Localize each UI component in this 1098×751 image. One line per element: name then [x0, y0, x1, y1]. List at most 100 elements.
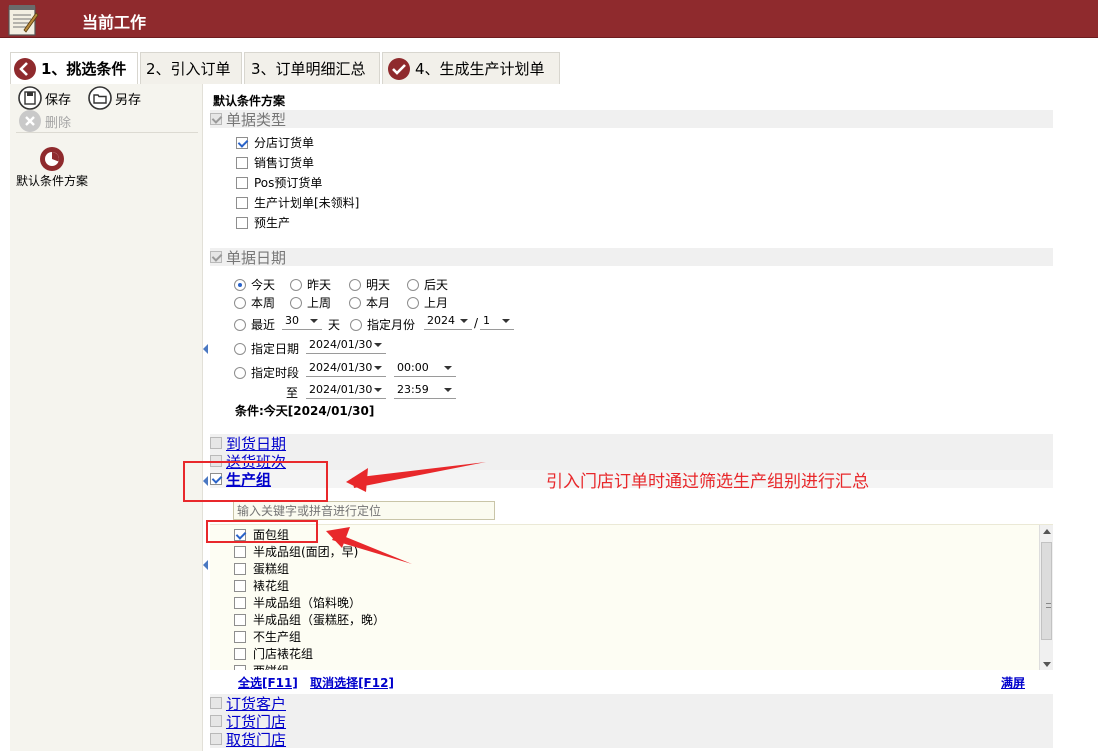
save-as-button[interactable]: 另存 — [88, 86, 141, 110]
section-checkbox[interactable] — [210, 697, 222, 709]
date-condition-summary: 条件:今天[2024/01/30] — [235, 404, 375, 418]
radio[interactable] — [349, 296, 361, 309]
period-end-date-picker[interactable]: 2024/01/30 — [306, 381, 386, 399]
radio[interactable] — [407, 278, 419, 291]
radio-today[interactable]: 今天 — [234, 276, 275, 293]
tab-label: 1、挑选条件 — [41, 60, 127, 78]
checkbox[interactable] — [236, 196, 248, 209]
list-scrollbar[interactable] — [1039, 525, 1053, 670]
list-item[interactable]: 半成品组(面团，早) — [234, 543, 358, 560]
radio-last-month[interactable]: 上月 — [407, 294, 448, 311]
step-active-icon — [14, 57, 36, 80]
radio-this-month[interactable]: 本月 — [349, 294, 390, 311]
tab-select-conditions[interactable]: 1、挑选条件 — [10, 52, 138, 84]
group-search-input[interactable] — [233, 501, 495, 520]
radio[interactable] — [290, 278, 302, 291]
radio-this-week[interactable]: 本周 — [234, 294, 275, 311]
radio[interactable] — [234, 318, 246, 331]
radio-specified-month[interactable]: 指定月份 — [350, 316, 415, 333]
checkbox[interactable] — [236, 176, 248, 189]
section-pickup-store[interactable]: 取货门店 — [210, 730, 1053, 749]
checkbox[interactable] — [236, 216, 248, 229]
radio-specified-date[interactable]: 指定日期 — [234, 340, 299, 357]
list-item[interactable]: 半成品组（馅料晚） — [234, 594, 361, 611]
checkbox[interactable] — [234, 647, 246, 660]
scheme-item-default[interactable]: 默认条件方案 — [16, 146, 88, 187]
list-item[interactable]: 门店裱花组 — [234, 645, 313, 662]
scroll-thumb[interactable] — [1041, 542, 1052, 640]
list-item[interactable]: 不生产组 — [234, 628, 301, 645]
radio[interactable] — [290, 296, 302, 309]
toolbar-divider — [16, 132, 198, 133]
grip-icon — [1046, 603, 1051, 608]
radio-yesterday[interactable]: 昨天 — [290, 276, 331, 293]
check-circle-icon — [388, 57, 410, 80]
radio[interactable] — [349, 278, 361, 291]
radio[interactable] — [234, 296, 246, 309]
days-label: 天 — [328, 318, 341, 332]
section-checkbox[interactable] — [210, 715, 222, 727]
radio-last-week[interactable]: 上周 — [290, 294, 331, 311]
option-pos-order[interactable]: Pos预订货单 — [236, 174, 322, 191]
annotation-highlight-box — [183, 461, 328, 502]
scheme-icon — [40, 147, 64, 171]
section-doc-type[interactable]: 单据类型 — [210, 110, 1053, 129]
tab-generate-plan[interactable]: 4、生成生产计划单 — [382, 52, 560, 84]
checkbox[interactable] — [234, 596, 246, 609]
checkbox[interactable] — [234, 613, 246, 626]
section-checkbox[interactable] — [210, 437, 222, 449]
radio-tomorrow[interactable]: 明天 — [349, 276, 390, 293]
scroll-down-icon[interactable] — [1043, 662, 1051, 667]
tab-import-orders[interactable]: 2、引入订单 — [140, 52, 242, 84]
period-start-date-picker[interactable]: 2024/01/30 — [306, 359, 386, 377]
deselect-link[interactable]: 取消选择[F12] — [310, 676, 394, 690]
radio-recent-days[interactable]: 最近 — [234, 316, 275, 333]
radio-day-after[interactable]: 后天 — [407, 276, 448, 293]
section-order-customer[interactable]: 订货客户 — [210, 694, 1053, 713]
tab-label: 2、引入订单 — [146, 60, 231, 78]
chevron-down-icon — [374, 366, 382, 370]
checkbox[interactable] — [234, 579, 246, 592]
year-select[interactable]: 2024 — [424, 312, 472, 330]
radio-specified-period[interactable]: 指定时段 — [234, 364, 299, 381]
list-item[interactable]: 裱花组 — [234, 577, 289, 594]
checkbox[interactable] — [234, 562, 246, 575]
specified-date-picker[interactable]: 2024/01/30 — [306, 336, 386, 354]
checkbox[interactable] — [234, 630, 246, 643]
section-doc-date[interactable]: 单据日期 — [210, 248, 1053, 267]
save-button[interactable]: 保存 — [18, 86, 71, 110]
option-branch-order[interactable]: 分店订货单 — [236, 134, 314, 151]
scroll-up-icon[interactable] — [1043, 529, 1051, 534]
list-item[interactable]: 西饼组 — [234, 662, 289, 670]
option-production-plan[interactable]: 生产计划单[未领料] — [236, 194, 359, 211]
fullscreen-link[interactable]: 满屏 — [1001, 674, 1025, 691]
production-group-list: 面包组 半成品组(面团，早) 蛋糕组 裱花组 半成品组（馅料晚） 半成品组（蛋糕… — [210, 524, 1053, 670]
chevron-down-icon — [502, 319, 510, 323]
period-end-time-picker[interactable]: 23:59 — [394, 381, 456, 399]
radio[interactable] — [234, 278, 246, 291]
period-start-time-picker[interactable]: 00:00 — [394, 359, 456, 377]
checkbox[interactable] — [236, 156, 248, 169]
radio[interactable] — [234, 366, 246, 379]
checkbox[interactable] — [234, 545, 246, 558]
radio[interactable] — [407, 296, 419, 309]
section-arrival-date[interactable]: 到货日期 — [210, 434, 1053, 453]
list-item[interactable]: 半成品组（蛋糕胚，晚） — [234, 611, 385, 628]
option-pre-production[interactable]: 预生产 — [236, 214, 290, 231]
tab-order-detail-summary[interactable]: 3、订单明细汇总 — [244, 52, 380, 84]
section-checkbox[interactable] — [210, 733, 222, 745]
list-item[interactable]: 蛋糕组 — [234, 560, 289, 577]
recent-days-select[interactable]: 30 — [282, 312, 322, 330]
checkbox[interactable] — [234, 664, 246, 670]
month-select[interactable]: 1 — [480, 312, 514, 330]
section-checkbox[interactable] — [210, 113, 222, 125]
radio[interactable] — [234, 342, 246, 355]
section-checkbox[interactable] — [210, 251, 222, 263]
radio[interactable] — [350, 318, 362, 331]
chevron-down-icon — [444, 388, 452, 392]
option-sales-order[interactable]: 销售订货单 — [236, 154, 314, 171]
section-order-store[interactable]: 订货门店 — [210, 712, 1053, 731]
select-all-link[interactable]: 全选[F11] — [238, 676, 298, 690]
delete-button[interactable]: 删除 — [18, 109, 71, 133]
checkbox[interactable] — [236, 136, 248, 149]
